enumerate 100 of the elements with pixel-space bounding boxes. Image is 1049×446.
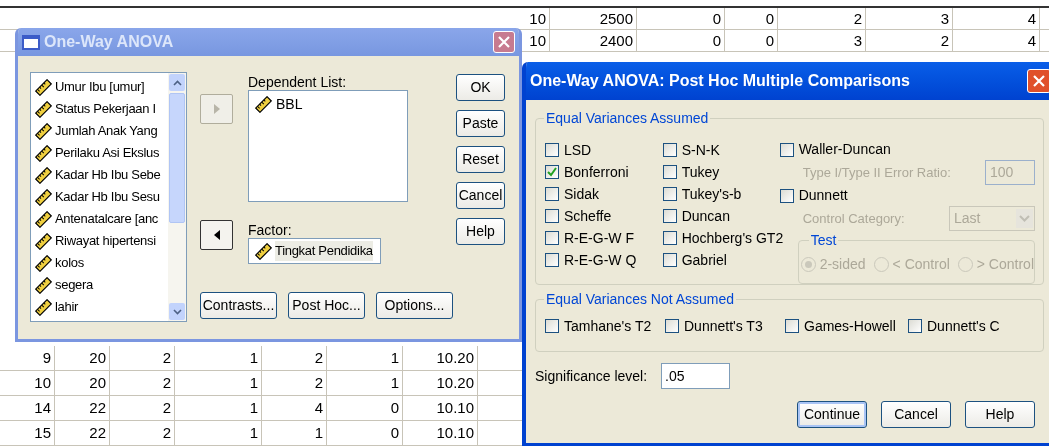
table-cell: 2 bbox=[262, 371, 327, 395]
checkbox[interactable] bbox=[662, 209, 677, 223]
variable-item[interactable]: Riwayat hipertensi bbox=[35, 230, 168, 252]
close-icon[interactable] bbox=[493, 31, 515, 53]
field-label: Control Category: bbox=[802, 209, 905, 228]
variable-item[interactable]: Perilaku Asi Ekslus bbox=[35, 142, 168, 164]
checkbox[interactable] bbox=[662, 165, 677, 179]
row-number: 15 bbox=[8, 421, 55, 445]
radio-label: < Control bbox=[892, 255, 950, 275]
table-cell: 0 bbox=[637, 8, 725, 29]
checkbox[interactable] bbox=[662, 143, 677, 157]
scrollbar[interactable] bbox=[168, 73, 186, 321]
checkbox[interactable] bbox=[908, 319, 922, 333]
left-arrow-icon bbox=[212, 229, 221, 241]
dialog-button[interactable]: Help bbox=[965, 401, 1035, 428]
variable-item[interactable]: lahir bbox=[35, 296, 168, 318]
table-cell: 1 bbox=[175, 421, 262, 445]
table-cell: 10.20 bbox=[403, 346, 478, 370]
variable-item[interactable]: segera bbox=[35, 274, 168, 296]
checkbox[interactable] bbox=[665, 319, 679, 333]
dialog-button[interactable]: Continue bbox=[797, 401, 867, 428]
right-arrow-icon bbox=[212, 103, 221, 115]
radio-label: > Control bbox=[976, 255, 1034, 275]
variable-item[interactable]: Antenatalcare [anc bbox=[35, 208, 168, 230]
checkbox-label: R-E-G-W Q bbox=[564, 250, 637, 270]
checkbox[interactable] bbox=[662, 253, 677, 267]
row-number: 14 bbox=[8, 396, 55, 420]
checkbox[interactable] bbox=[662, 231, 677, 245]
table-cell: 2 bbox=[110, 421, 175, 445]
move-button[interactable] bbox=[200, 220, 233, 250]
checkbox-label: R-E-G-W F bbox=[564, 228, 634, 248]
checkbox-label: Duncan bbox=[681, 206, 730, 226]
checkbox-label: Waller-Duncan bbox=[798, 140, 891, 160]
variable-item[interactable]: Status Pekerjaan I bbox=[35, 98, 168, 120]
checkbox[interactable] bbox=[779, 188, 794, 203]
variable-item[interactable]: kolos bbox=[35, 252, 168, 274]
variable-item[interactable]: Umur Ibu [umur] bbox=[35, 76, 168, 98]
checkbox[interactable] bbox=[545, 209, 559, 223]
window-icon bbox=[22, 34, 40, 50]
table-cell: 2400 bbox=[550, 30, 637, 51]
table-cell: 2 bbox=[110, 396, 175, 420]
factor-field[interactable]: Tingkat Pendidika bbox=[248, 238, 381, 264]
checkbox[interactable] bbox=[545, 253, 559, 267]
field-label: Type I/Type II Error Ratio: bbox=[802, 164, 951, 182]
table-cell: 0 bbox=[327, 396, 403, 420]
dialog-button[interactable]: OK bbox=[456, 74, 505, 101]
dialog-button[interactable]: Options... bbox=[376, 292, 453, 319]
table-cell: 2 bbox=[778, 8, 866, 29]
dialog-button[interactable]: Help bbox=[456, 218, 505, 245]
scroll-up-icon[interactable] bbox=[172, 79, 182, 86]
radio-label: 2-sided bbox=[819, 255, 866, 275]
field-label: Factor: bbox=[248, 222, 293, 238]
variable-item[interactable]: BBL bbox=[255, 94, 407, 115]
table-cell: 1 bbox=[175, 346, 262, 370]
table-cell: 0 bbox=[327, 421, 403, 445]
variable-item[interactable]: Jumlah Anak Yang bbox=[35, 120, 168, 142]
variable-item[interactable]: Kadar Hb Ibu Sesu bbox=[35, 186, 168, 208]
table-cell: 2 bbox=[262, 346, 327, 370]
dialog-button[interactable]: Post Hoc... bbox=[288, 292, 365, 319]
checkbox[interactable] bbox=[545, 165, 559, 179]
checkbox-label: Bonferroni bbox=[564, 162, 629, 182]
table-cell: 4 bbox=[262, 396, 327, 420]
table-cell: 10.20 bbox=[403, 371, 478, 395]
table-cell: 0 bbox=[725, 8, 778, 29]
checkbox[interactable] bbox=[545, 187, 559, 201]
scroll-down-icon[interactable] bbox=[172, 308, 182, 315]
dialog-button[interactable]: Reset bbox=[456, 146, 505, 173]
table-cell: 1 bbox=[175, 371, 262, 395]
variable-item[interactable]: Kadar Hb Ibu Sebe bbox=[35, 164, 168, 186]
table-cell: 20 bbox=[55, 346, 110, 370]
dialog-button[interactable]: Paste bbox=[456, 110, 505, 137]
checkbox[interactable] bbox=[545, 231, 559, 245]
checkbox-label: Sidak bbox=[564, 184, 600, 204]
dialog-button[interactable]: Cancel bbox=[881, 401, 951, 428]
checkbox[interactable] bbox=[545, 319, 559, 333]
checkbox[interactable] bbox=[785, 319, 799, 333]
group-label: Equal Variances Not Assumed bbox=[544, 290, 737, 308]
checkbox[interactable] bbox=[779, 142, 794, 157]
dialog-button[interactable]: Contrasts... bbox=[200, 292, 277, 319]
table-cell: 4 bbox=[953, 30, 1040, 51]
row-number: 10 bbox=[8, 371, 55, 395]
checkbox[interactable] bbox=[545, 143, 559, 157]
checkbox-label: Dunnett's T3 bbox=[684, 316, 763, 336]
significance-field[interactable]: .05 bbox=[661, 363, 731, 389]
close-icon[interactable] bbox=[1027, 69, 1049, 93]
dialog-button[interactable]: Cancel bbox=[456, 182, 505, 209]
checkbox-label: Hochberg's GT2 bbox=[681, 228, 784, 248]
group-label: Equal Variances Assumed bbox=[544, 109, 711, 127]
dropdown-icon bbox=[1016, 209, 1033, 228]
table-cell: 2 bbox=[110, 346, 175, 370]
ruler-icon bbox=[255, 242, 272, 260]
checkbox[interactable] bbox=[662, 187, 677, 201]
window-title: One-Way ANOVA: Post Hoc Multiple Comparisons bbox=[530, 71, 910, 91]
table-cell: 0 bbox=[725, 30, 778, 51]
table-cell: 1 bbox=[327, 346, 403, 370]
checkbox-label: Dunnett bbox=[798, 186, 848, 206]
table-cell: 0 bbox=[637, 30, 725, 51]
window-title: One-Way ANOVA bbox=[44, 32, 174, 52]
table-cell: 3 bbox=[866, 8, 953, 29]
checkbox-label: Tukey bbox=[681, 162, 720, 182]
